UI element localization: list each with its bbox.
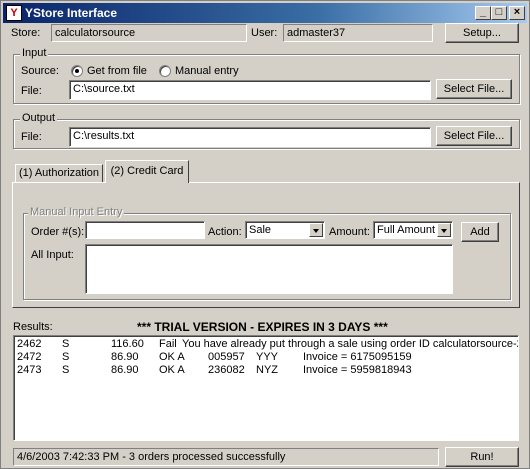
row-message: You have already put through a sale usin…: [182, 338, 519, 350]
order-input[interactable]: [85, 221, 205, 239]
run-button[interactable]: Run!: [445, 447, 519, 467]
store-field: calculatorsource: [51, 24, 247, 42]
row-code: 005957: [208, 351, 245, 363]
get-from-file-label[interactable]: Get from file: [87, 65, 147, 77]
row-status: OK A: [159, 364, 185, 376]
app-window: Y YStore Interface _ □ × Store: calculat…: [0, 0, 530, 469]
output-group-label: Output: [20, 112, 58, 124]
row-type: S: [62, 351, 70, 363]
row-order: 2472: [17, 351, 42, 363]
tab-authorization[interactable]: (1) Authorization: [15, 164, 103, 182]
output-file-field[interactable]: C:\results.txt: [69, 127, 431, 147]
action-chevron-down-icon[interactable]: [309, 223, 323, 237]
row-avs: YYY: [256, 351, 279, 363]
user-field: admaster37: [283, 24, 433, 42]
table-row[interactable]: 2473 S 86.90 OK A 236082 NYZ Invoice = 5…: [14, 364, 514, 377]
amount-chevron-down-icon[interactable]: [437, 223, 451, 237]
input-select-file-button[interactable]: Select File...: [436, 79, 512, 99]
results-list[interactable]: 2462 S 116.60 Fail You have already put …: [13, 335, 519, 441]
input-file-value: C:\source.txt: [73, 83, 135, 95]
store-value: calculatorsource: [55, 27, 136, 39]
row-amount: 86.90: [111, 351, 139, 363]
amount-value: Full Amount: [377, 224, 436, 236]
action-label: Action:: [208, 226, 242, 238]
input-group-label: Input: [20, 47, 49, 59]
output-file-label: File:: [21, 131, 42, 143]
output-file-value: C:\results.txt: [73, 130, 135, 142]
input-file-label: File:: [21, 85, 42, 97]
amount-label: Amount:: [329, 226, 370, 238]
row-status: Fail: [159, 338, 177, 350]
row-code: 236082: [208, 364, 245, 376]
trial-banner: *** TRIAL VERSION - EXPIRES IN 3 DAYS **…: [137, 320, 388, 334]
row-amount: 86.90: [111, 364, 139, 376]
all-input-label: All Input:: [31, 249, 74, 261]
table-row[interactable]: 2472 S 86.90 OK A 005957 YYY Invoice = 6…: [14, 351, 514, 364]
row-order: 2473: [17, 364, 42, 376]
user-label: User:: [251, 27, 278, 39]
window-title: YStore Interface: [25, 6, 118, 20]
action-value: Sale: [249, 224, 272, 236]
row-order: 2462: [17, 338, 42, 350]
input-file-field[interactable]: C:\source.txt: [69, 80, 431, 100]
status-bar: 4/6/2003 7:42:33 PM - 3 orders processed…: [13, 448, 439, 466]
add-button[interactable]: Add: [461, 222, 499, 242]
action-select[interactable]: Sale: [245, 221, 325, 239]
minimize-button[interactable]: _: [475, 6, 491, 20]
row-status: OK A: [159, 351, 185, 363]
row-type: S: [62, 338, 70, 350]
app-logo-icon: Y: [6, 5, 22, 21]
row-message: Invoice = 6175095159: [303, 351, 412, 363]
manual-input-group-label: Manual Input Entry: [28, 206, 125, 218]
setup-button[interactable]: Setup...: [445, 23, 519, 43]
order-label: Order #(s):: [31, 226, 85, 238]
output-select-file-button[interactable]: Select File...: [436, 126, 512, 146]
get-from-file-radio[interactable]: [71, 65, 83, 77]
table-row[interactable]: 2462 S 116.60 Fail You have already put …: [14, 338, 518, 351]
row-type: S: [62, 364, 70, 376]
row-amount: 116.60: [111, 338, 144, 350]
title-bar[interactable]: Y YStore Interface _ □ ×: [3, 3, 527, 23]
maximize-button[interactable]: □: [491, 6, 507, 20]
status-text: 4/6/2003 7:42:33 PM - 3 orders processed…: [17, 451, 286, 463]
close-button[interactable]: ×: [509, 6, 525, 20]
amount-select[interactable]: Full Amount: [373, 221, 453, 239]
manual-entry-radio[interactable]: [159, 65, 171, 77]
radio-selected-dot: [75, 69, 79, 73]
tab-credit-card-label: (2) Credit Card: [110, 165, 184, 177]
manual-entry-label[interactable]: Manual entry: [175, 65, 239, 77]
user-value: admaster37: [287, 27, 346, 39]
source-label: Source:: [21, 65, 59, 77]
row-message: Invoice = 5959818943: [303, 364, 412, 376]
tab-authorization-label: (1) Authorization: [18, 167, 100, 179]
results-label: Results:: [13, 321, 53, 333]
tab-credit-card[interactable]: (2) Credit Card: [105, 160, 189, 183]
store-label: Store:: [11, 27, 41, 39]
all-input-textarea[interactable]: [85, 244, 453, 294]
row-avs: NYZ: [256, 364, 278, 376]
